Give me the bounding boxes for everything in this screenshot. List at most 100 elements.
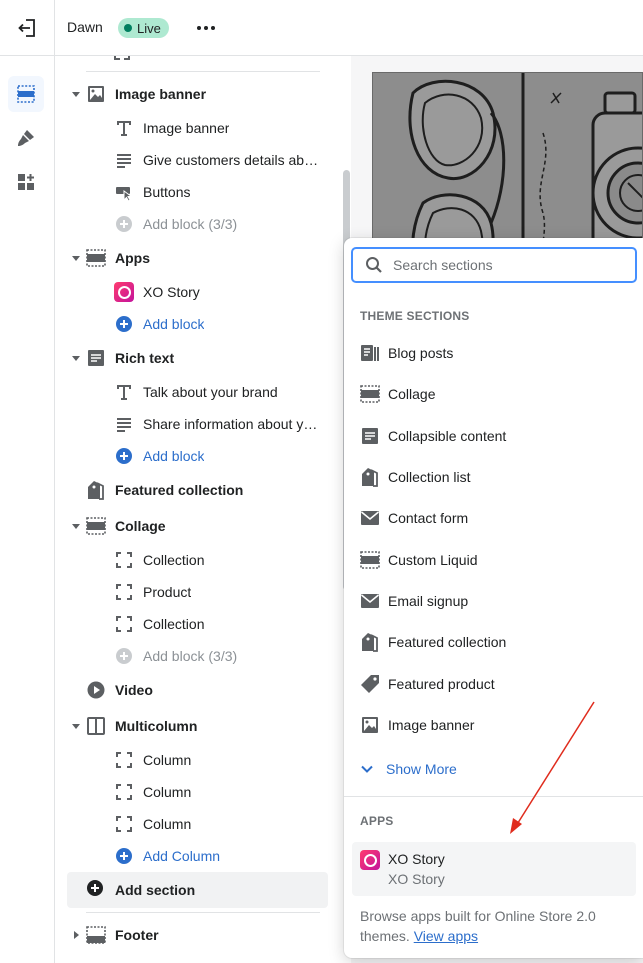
- footer-icon: [86, 925, 106, 945]
- section-collage[interactable]: Collage: [55, 510, 341, 542]
- frame-icon: [114, 750, 134, 770]
- live-badge-label: Live: [137, 20, 161, 36]
- caret-right-icon[interactable]: [71, 930, 81, 940]
- picker-item-collection-list[interactable]: Collection list: [351, 458, 637, 496]
- columns-icon: [86, 716, 106, 736]
- block-xo-story[interactable]: XO Story: [55, 276, 341, 308]
- rich-text-icon: [86, 348, 106, 368]
- left-rail: [0, 56, 55, 963]
- picker-item-collapsible-content[interactable]: Collapsible content: [351, 417, 637, 455]
- picker-item-xo-story[interactable]: XO Story XO Story: [352, 842, 636, 896]
- block-label: Add Column: [143, 848, 221, 864]
- section-label: Multicolumn: [115, 718, 198, 734]
- search-box: [351, 247, 637, 283]
- caret-down-icon[interactable]: [71, 721, 81, 731]
- exit-icon: [18, 19, 35, 37]
- sections-tab-button[interactable]: [8, 76, 44, 112]
- dot-icon: [204, 26, 208, 30]
- picker-item-label: Featured collection: [388, 634, 507, 650]
- add-block-button[interactable]: Add block: [55, 440, 341, 472]
- add-block-button[interactable]: Add block: [55, 308, 341, 340]
- block-label: Add block: [143, 448, 205, 464]
- topbar-divider: [54, 0, 55, 56]
- section-rich-text[interactable]: Rich text: [55, 342, 341, 374]
- section-footer[interactable]: Footer: [55, 919, 341, 951]
- block-text[interactable]: Share information about y…: [55, 408, 341, 440]
- collage-icon: [86, 516, 106, 536]
- block-collection[interactable]: Collection: [55, 544, 341, 576]
- block-text[interactable]: Give customers details ab…: [55, 144, 341, 176]
- top-bar: Dawn Live: [0, 0, 643, 56]
- block-column[interactable]: Column: [55, 808, 341, 840]
- image-icon: [86, 84, 106, 104]
- block-label: Product: [143, 584, 192, 600]
- add-circle-icon: [86, 879, 104, 902]
- caret-down-icon[interactable]: [71, 353, 81, 363]
- add-column-button[interactable]: Add Column: [55, 840, 341, 872]
- sections-icon: [17, 85, 35, 103]
- envelope-icon: [359, 590, 381, 612]
- picker-item-featured-collection[interactable]: Featured collection: [351, 623, 637, 661]
- collection-tags-icon: [359, 466, 381, 488]
- picker-item-label: Featured product: [388, 676, 495, 692]
- section-multicolumn[interactable]: Multicolumn: [55, 710, 341, 742]
- show-more-button[interactable]: Show More: [360, 759, 457, 779]
- block-collection[interactable]: Collection: [55, 608, 341, 640]
- section-apps[interactable]: Apps: [55, 242, 341, 274]
- more-actions-button[interactable]: [194, 18, 218, 38]
- block-heading[interactable]: Talk about your brand: [55, 376, 341, 408]
- app-item-title: XO Story: [388, 851, 445, 867]
- caret-down-icon[interactable]: [71, 89, 81, 99]
- block-label: Add block: [143, 316, 205, 332]
- app-embeds-tab-button[interactable]: [8, 164, 44, 200]
- block-buttons[interactable]: Buttons: [55, 176, 341, 208]
- envelope-icon: [359, 507, 381, 529]
- picker-item-label: Collapsible content: [388, 428, 507, 444]
- section-label: Featured collection: [115, 482, 244, 498]
- block-product[interactable]: Product: [55, 576, 341, 608]
- frame-icon: [114, 614, 134, 634]
- picker-item-custom-liquid[interactable]: Custom Liquid: [351, 541, 637, 579]
- section-video[interactable]: Video: [55, 674, 341, 706]
- picker-item-label: Blog posts: [388, 345, 454, 361]
- show-more-label: Show More: [386, 761, 457, 777]
- block-label: Talk about your brand: [143, 384, 278, 400]
- block-label: Add block (3/3): [143, 648, 238, 664]
- picker-item-label: Custom Liquid: [388, 552, 478, 568]
- tag-icon: [359, 673, 381, 695]
- xo-story-app-icon: [114, 282, 134, 302]
- block-column[interactable]: Column: [55, 776, 341, 808]
- section-label: Apps: [115, 250, 150, 266]
- caret-down-icon[interactable]: [71, 521, 81, 531]
- picker-item-contact-form[interactable]: Contact form: [351, 499, 637, 537]
- exit-editor-button[interactable]: [13, 14, 41, 42]
- image-icon: [359, 714, 381, 736]
- add-circle-icon: [114, 646, 134, 666]
- add-block-disabled: Add block (3/3): [55, 208, 341, 240]
- block-label: XO Story: [143, 284, 200, 300]
- picker-item-featured-product[interactable]: Featured product: [351, 665, 637, 703]
- live-dot-icon: [124, 24, 132, 32]
- block-column[interactable]: Column: [55, 744, 341, 776]
- picker-item-blog-posts[interactable]: Blog posts: [351, 334, 637, 372]
- block-label: Give customers details ab…: [143, 152, 319, 168]
- block-label: Add block (3/3): [143, 216, 238, 232]
- view-apps-link[interactable]: View apps: [414, 928, 478, 944]
- block-label: Image banner: [143, 120, 230, 136]
- picker-item-image-banner[interactable]: Image banner: [351, 706, 637, 744]
- add-circle-icon: [114, 446, 134, 466]
- caret-down-icon[interactable]: [71, 253, 81, 263]
- block-heading[interactable]: Image banner: [55, 112, 341, 144]
- rich-text-icon: [359, 425, 381, 447]
- section-featured-collection[interactable]: Featured collection: [55, 474, 341, 506]
- picker-item-collage[interactable]: Collage: [351, 375, 637, 413]
- theme-settings-tab-button[interactable]: [8, 120, 44, 156]
- dot-icon: [197, 26, 201, 30]
- picker-item-label: Contact form: [388, 510, 469, 526]
- picker-item-email-signup[interactable]: Email signup: [351, 582, 637, 620]
- section-image-banner[interactable]: Image banner: [55, 78, 341, 110]
- collection-tags-icon: [359, 631, 381, 653]
- add-section-button[interactable]: Add section: [67, 872, 328, 908]
- search-sections-input[interactable]: [393, 255, 623, 275]
- add-circle-icon: [114, 846, 134, 866]
